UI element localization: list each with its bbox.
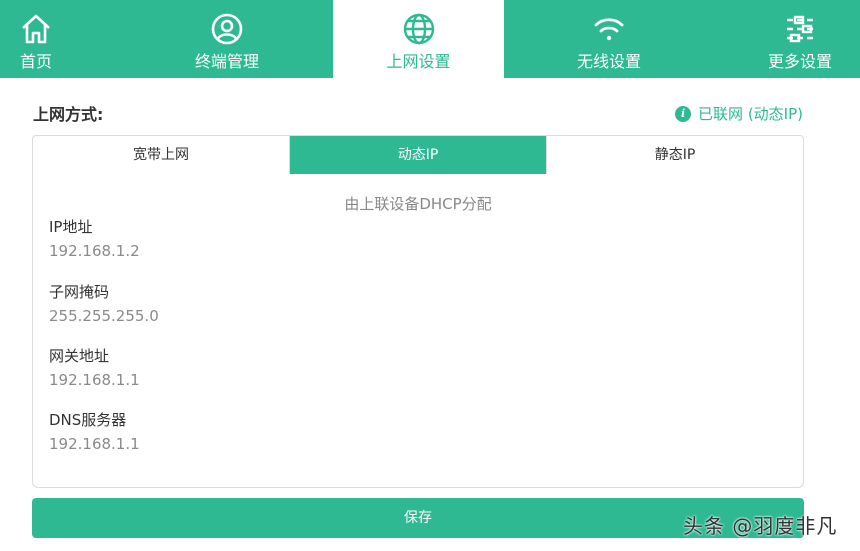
user-icon bbox=[210, 12, 244, 46]
nav-item-wireless[interactable]: 无线设置 bbox=[540, 0, 678, 78]
page-title: 上网方式: bbox=[33, 105, 104, 124]
field-label: 网关地址 bbox=[49, 347, 110, 365]
nav-item-home[interactable]: 首页 bbox=[0, 0, 72, 78]
nav-item-internet[interactable]: 上网设置 bbox=[333, 0, 504, 78]
subnet-mask-field: 子网掩码 255.255.255.0 bbox=[49, 282, 159, 326]
connection-type-tabs: 宽带上网 动态IP 静态IP bbox=[32, 135, 804, 175]
watermark: 头条 @羽度非凡 bbox=[683, 514, 838, 538]
sliders-icon bbox=[783, 12, 817, 46]
wifi-icon bbox=[592, 12, 626, 46]
connection-status: i 已联网 (动态IP) bbox=[675, 103, 803, 124]
top-nav: 首页 终端管理 上网设置 无线设置 更多设置 bbox=[0, 0, 860, 78]
dns-server-field: DNS服务器 192.168.1.1 bbox=[49, 410, 140, 454]
dhcp-note: 由上联设备DHCP分配 bbox=[344, 195, 492, 213]
tab-static-ip[interactable]: 静态IP bbox=[546, 136, 803, 174]
nav-label: 上网设置 bbox=[386, 52, 451, 71]
field-value: 192.168.1.1 bbox=[49, 371, 140, 389]
nav-label: 无线设置 bbox=[576, 52, 641, 71]
field-value: 255.255.255.0 bbox=[49, 307, 159, 325]
nav-item-more[interactable]: 更多设置 bbox=[750, 0, 850, 78]
home-icon bbox=[19, 12, 53, 46]
field-value: 192.168.1.1 bbox=[49, 435, 140, 453]
nav-item-devices[interactable]: 终端管理 bbox=[150, 0, 304, 78]
field-value: 192.168.1.2 bbox=[49, 242, 140, 260]
globe-icon bbox=[402, 12, 436, 46]
nav-label: 更多设置 bbox=[767, 52, 832, 71]
status-text: 已联网 (动态IP) bbox=[698, 105, 803, 123]
gateway-field: 网关地址 192.168.1.1 bbox=[49, 346, 140, 390]
field-label: DNS服务器 bbox=[49, 411, 127, 429]
dynamic-ip-panel: 由上联设备DHCP分配 IP地址 192.168.1.2 子网掩码 255.25… bbox=[32, 174, 804, 488]
tab-dynamic-ip[interactable]: 动态IP bbox=[289, 136, 546, 174]
ip-address-field: IP地址 192.168.1.2 bbox=[49, 217, 140, 261]
nav-label: 首页 bbox=[19, 52, 52, 71]
field-label: IP地址 bbox=[49, 218, 93, 236]
tab-broadband[interactable]: 宽带上网 bbox=[33, 136, 289, 174]
nav-label: 终端管理 bbox=[194, 52, 259, 71]
info-icon: i bbox=[675, 105, 692, 122]
field-label: 子网掩码 bbox=[49, 283, 110, 301]
